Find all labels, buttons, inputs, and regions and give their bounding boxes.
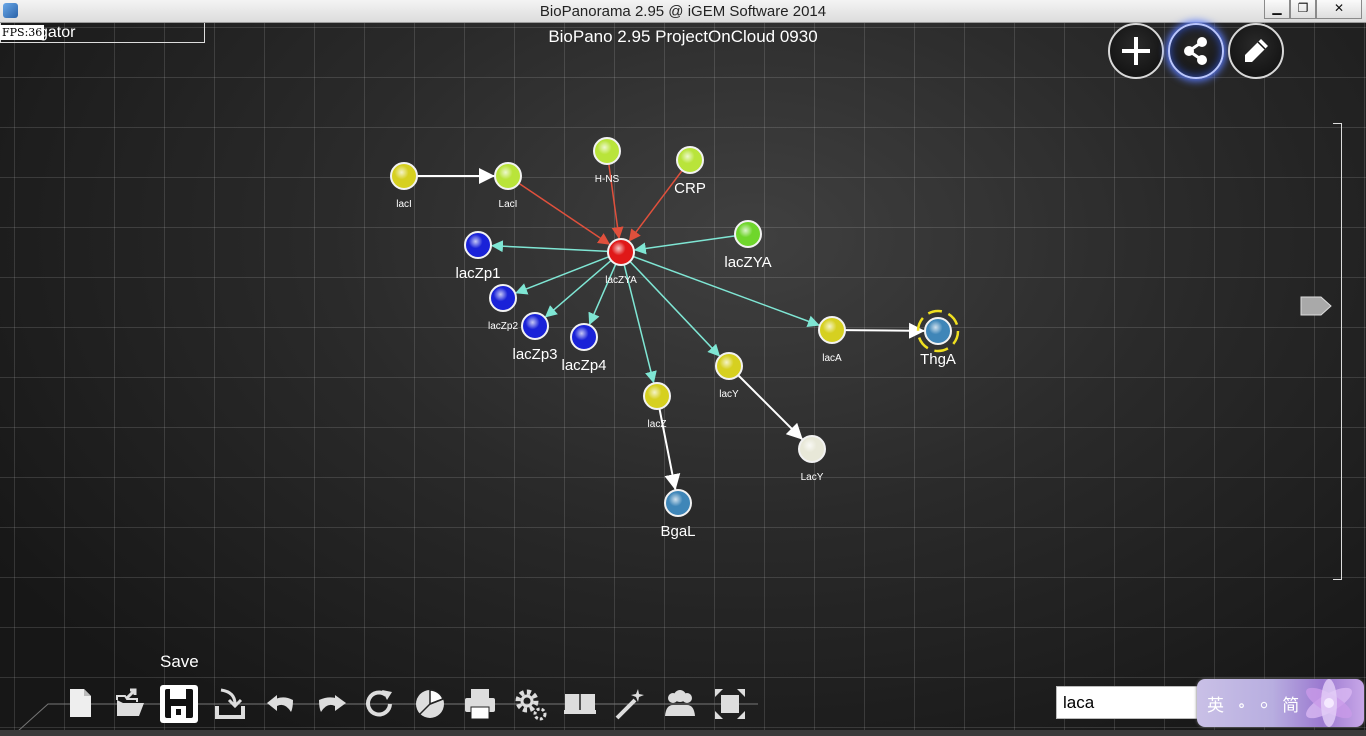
- node-lacI_1[interactable]: lacI: [390, 162, 418, 210]
- book-button[interactable]: [561, 685, 599, 723]
- printer-icon: [465, 689, 495, 720]
- node-ThgA[interactable]: ThgA: [916, 309, 960, 368]
- redo-button[interactable]: [312, 685, 350, 723]
- new-file-icon: [70, 689, 91, 717]
- node-shine: [491, 286, 515, 310]
- node-lacZp4[interactable]: lacZp4: [561, 323, 607, 374]
- node-shine: [496, 164, 520, 188]
- node-shine: [666, 491, 690, 515]
- users-button[interactable]: [661, 685, 699, 723]
- node-label: lacZp4: [561, 357, 606, 374]
- edge-lacZYA_center-to-lacZp1[interactable]: [490, 240, 609, 253]
- edge-lacZYA_green-to-lacZYA_center[interactable]: [633, 235, 736, 255]
- node-label: BgaL: [660, 523, 695, 540]
- nodes-layer: lacI LacI H-NS CRP lacZYA lacZYA lacZp1 lacZp2 l…: [390, 137, 960, 540]
- book-icon: [564, 694, 596, 714]
- network-graph[interactable]: lacI LacI H-NS CRP lacZYA lacZYA lacZp1 lacZp2 l…: [0, 0, 1366, 736]
- ime-bar[interactable]: 英 ∘ ⸰ 简: [1197, 679, 1364, 727]
- redo-icon: [319, 695, 346, 712]
- node-label: LacI: [499, 199, 518, 210]
- fit-button[interactable]: [711, 685, 749, 723]
- node-lacZp1[interactable]: lacZp1: [455, 231, 501, 282]
- node-lacA[interactable]: lacA: [818, 316, 846, 364]
- refresh-button[interactable]: [361, 685, 399, 723]
- node-label: ThgA: [920, 351, 956, 368]
- node-lacY[interactable]: lacY: [715, 352, 743, 400]
- node-lacZ[interactable]: lacZ: [643, 382, 671, 430]
- new-button[interactable]: [62, 685, 100, 723]
- node-label: lacZp2: [488, 321, 518, 332]
- node-shine: [820, 318, 844, 342]
- edge-lacY-to-LacY[interactable]: [737, 374, 804, 441]
- node-label: LacY: [801, 472, 824, 483]
- node-label: lacZYA: [724, 254, 771, 271]
- save-button[interactable]: [160, 685, 198, 723]
- export-icon: [215, 688, 245, 719]
- export-button[interactable]: [212, 685, 250, 723]
- users-icon: [665, 690, 695, 716]
- node-shine: [392, 164, 416, 188]
- node-lacZp2[interactable]: lacZp2: [488, 284, 518, 332]
- node-shine: [523, 314, 547, 338]
- node-shine: [609, 240, 633, 264]
- ime-status: 英 ∘ ⸰ 简: [1207, 696, 1304, 716]
- node-label: lacZ: [648, 419, 667, 430]
- node-shine: [678, 148, 702, 172]
- node-shine: [800, 437, 824, 461]
- pie-button[interactable]: [411, 685, 449, 723]
- save-tooltip: Save: [160, 652, 199, 671]
- edge-LacI_2-to-lacZYA_center[interactable]: [518, 182, 611, 246]
- print-button[interactable]: [461, 685, 499, 723]
- node-lacZYA_center[interactable]: lacZYA: [605, 238, 637, 286]
- magic-wand-icon: [615, 689, 644, 720]
- node-shine: [466, 233, 490, 257]
- save-icon: [165, 689, 193, 718]
- node-shine: [645, 384, 669, 408]
- edge-lacZYA_center-to-lacZp4[interactable]: [588, 263, 617, 326]
- node-shine: [926, 319, 950, 343]
- node-lacZYA_green[interactable]: lacZYA: [724, 220, 772, 271]
- node-label: CRP: [674, 180, 706, 197]
- node-label: lacZp3: [512, 346, 557, 363]
- taskbar: [0, 730, 1366, 736]
- gear-icon: [515, 689, 547, 721]
- undo-button[interactable]: [262, 685, 300, 723]
- edge-lacA-to-ThgA[interactable]: [844, 322, 926, 339]
- node-CRP[interactable]: CRP: [674, 146, 706, 197]
- node-label: lacI: [396, 199, 412, 210]
- node-label: lacY: [719, 389, 739, 400]
- node-LacI_2[interactable]: LacI: [494, 162, 522, 210]
- open-folder-icon: [116, 688, 144, 716]
- settings-button[interactable]: [511, 685, 549, 723]
- node-shine: [736, 222, 760, 246]
- open-button[interactable]: [112, 685, 150, 723]
- wand-button[interactable]: [611, 685, 649, 723]
- node-label: lacA: [822, 353, 842, 364]
- node-LacY[interactable]: LacY: [798, 435, 826, 483]
- node-label: lacZp1: [455, 265, 500, 282]
- node-shine: [717, 354, 741, 378]
- search-input[interactable]: [1056, 686, 1201, 719]
- node-BgaL[interactable]: BgaL: [660, 489, 696, 540]
- refresh-icon: [366, 690, 392, 717]
- node-label: H-NS: [595, 174, 620, 185]
- pie-chart-icon: [416, 689, 444, 718]
- node-shine: [572, 325, 596, 349]
- node-H-NS[interactable]: H-NS: [593, 137, 621, 185]
- undo-icon: [267, 695, 293, 712]
- fit-screen-icon: [715, 689, 745, 719]
- node-lacZp3[interactable]: lacZp3: [512, 312, 558, 363]
- node-shine: [595, 139, 619, 163]
- node-label: lacZYA: [605, 275, 637, 286]
